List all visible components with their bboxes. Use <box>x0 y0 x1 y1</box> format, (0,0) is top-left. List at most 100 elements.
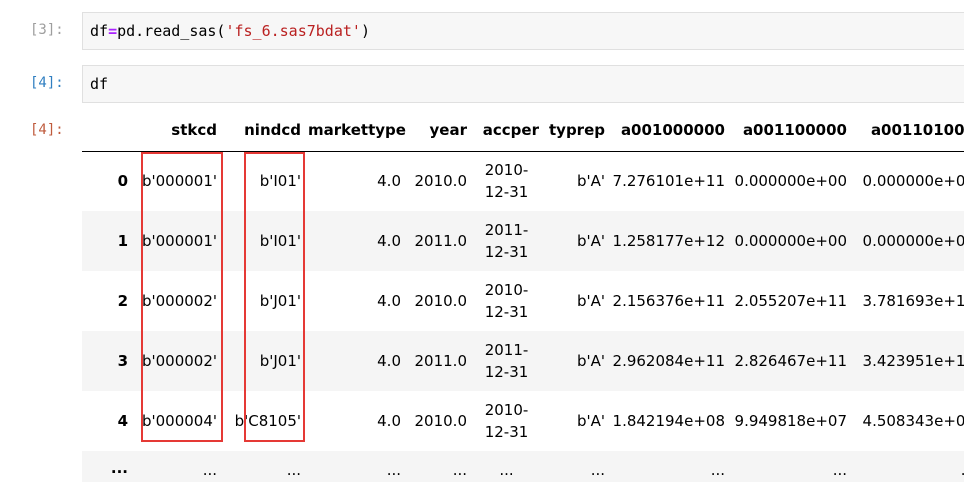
row-index: 2 <box>117 292 128 310</box>
ellipsis-cell: ... <box>202 461 217 479</box>
header-accper: accper <box>474 110 546 152</box>
table-row: 1 b'000001' b'I01' 4.0 2011.0 2011- 12-31 b'A' 1… <box>82 211 964 271</box>
code-token: 'fs_6.sas7bdat' <box>225 22 361 40</box>
cell-accper-line2: 12-31 <box>484 303 529 321</box>
cell-4-prompt: [4]: <box>30 75 64 91</box>
header-stkcd: stkcd <box>136 110 224 152</box>
ellipsis-cell: ... <box>590 461 605 479</box>
cell-accper: 2011- 12-31 <box>474 331 546 391</box>
cell-a001100000: 2.055207e+11 <box>734 292 847 310</box>
ellipsis-cell: ... <box>499 461 514 479</box>
cell-4-input[interactable]: df <box>82 65 964 103</box>
row-index: 0 <box>117 172 128 191</box>
cell-a001000000: 2.156376e+11 <box>612 292 725 310</box>
cell-stkcd: b'000004' <box>141 412 217 430</box>
table-row: 0 b'000001' b'I01' 4.0 2010.0 2010- 12-31 b'A' 7… <box>82 151 964 211</box>
cell-stkcd: b'000001' <box>141 172 217 191</box>
header-year: year <box>408 110 474 152</box>
cell-accper: 2010- 12-31 <box>474 151 546 211</box>
table-row: 2 b'000002' b'J01' 4.0 2010.0 2010- 12-31 b'A' 2… <box>82 271 964 331</box>
cell-a001000000: 2.962084e+11 <box>612 352 725 370</box>
dataframe-table: stkcd nindcd markettype year accper typr… <box>82 110 964 482</box>
cell-typrep: b'A' <box>576 172 605 191</box>
row-index: 1 <box>117 232 128 250</box>
ellipsis-cell: ... <box>832 461 847 479</box>
header-markettype: markettype <box>308 110 408 152</box>
ellipsis-row: .............................. <box>82 451 964 482</box>
cell-accper-line1: 2010- <box>484 281 529 299</box>
cell-year: 2010.0 <box>414 292 468 310</box>
cell-year: 2010.0 <box>414 172 468 191</box>
header-index <box>82 110 136 152</box>
cell-a001100000: 0.000000e+00 <box>734 172 847 191</box>
cell-year: 2011.0 <box>414 352 468 370</box>
cell-markettype: 4.0 <box>377 352 401 370</box>
cell-3-input[interactable]: df = pd.read_sas('fs_6.sas7bdat') <box>82 12 964 50</box>
cell-a001101000: 3.781693e+10 <box>862 292 964 310</box>
header-typrep: typrep <box>546 110 612 152</box>
cell-markettype: 4.0 <box>377 292 401 310</box>
cell-markettype: 4.0 <box>377 232 401 250</box>
cell-accper: 2010- 12-31 <box>474 391 546 451</box>
cell-accper-line1: 2010- <box>484 161 529 180</box>
header-a001100000: a001100000 <box>732 110 854 152</box>
cell-a001101000: 3.423951e+10 <box>862 352 964 370</box>
cell-accper-line1: 2011- <box>484 221 529 239</box>
cell-3-prompt: [3]: <box>30 22 64 38</box>
cell-a001101000: 4.508343e+07 <box>862 412 964 430</box>
cell-a001101000: 0.000000e+00 <box>862 172 964 191</box>
code-token: df <box>90 22 109 40</box>
cell-4-output-prompt: [4]: <box>30 122 64 138</box>
table-row: 3 b'000002' b'J01' 4.0 2011.0 2011- 12-31 b'A' 2… <box>82 331 964 391</box>
cell-a001100000: 2.826467e+11 <box>734 352 847 370</box>
row-index: 3 <box>117 352 128 370</box>
cell-stkcd: b'000002' <box>141 352 217 370</box>
cell-a001000000: 1.258177e+12 <box>612 232 725 250</box>
code-token: = <box>108 22 118 40</box>
ellipsis-cell: ... <box>710 461 725 479</box>
ellipsis-index: ... <box>110 459 128 477</box>
cell-typrep: b'A' <box>576 232 605 250</box>
cell-year: 2011.0 <box>414 232 468 250</box>
cell-year: 2010.0 <box>414 412 468 430</box>
cell-a001100000: 0.000000e+00 <box>734 232 847 250</box>
cell-typrep: b'A' <box>576 292 605 310</box>
ellipsis-cell: ... <box>286 461 301 479</box>
cell-accper-line1: 2010- <box>484 401 529 419</box>
cell-typrep: b'A' <box>576 352 605 370</box>
cell-nindcd: b'J01' <box>259 352 301 370</box>
table-row: 4 b'000004' b'C8105' 4.0 2010.0 2010- 12-31 b'A… <box>82 391 964 451</box>
cell-typrep: b'A' <box>576 412 605 430</box>
dataframe-output: stkcd nindcd markettype year accper typr… <box>82 110 964 482</box>
cell-accper-line2: 12-31 <box>484 363 529 381</box>
notebook-page: [3]: df = pd.read_sas('fs_6.sas7bdat') [4]… <box>0 0 964 482</box>
cell-a001000000: 7.276101e+11 <box>612 172 725 191</box>
cell-accper-line2: 12-31 <box>484 243 529 261</box>
cell-nindcd: b'C8105' <box>234 412 301 430</box>
code-token: df <box>90 75 109 93</box>
header-a001000000: a001000000 <box>612 110 732 152</box>
row-index: 4 <box>117 412 128 430</box>
cell-nindcd: b'J01' <box>259 292 301 310</box>
header-row: stkcd nindcd markettype year accper typr… <box>82 110 964 152</box>
cell-nindcd: b'I01' <box>259 172 301 191</box>
cell-stkcd: b'000002' <box>141 292 217 310</box>
cell-markettype: 4.0 <box>377 412 401 430</box>
cell-accper-line1: 2011- <box>484 341 529 359</box>
cell-accper: 2011- 12-31 <box>474 211 546 271</box>
code-token: ) <box>360 22 370 40</box>
ellipsis-cell: ... <box>854 451 964 482</box>
header-nindcd: nindcd <box>224 110 308 152</box>
cell-markettype: 4.0 <box>377 172 401 191</box>
ellipsis-cell: ... <box>386 461 401 479</box>
cell-accper-line2: 12-31 <box>484 423 529 441</box>
header-a001101000: a001101000 <box>854 110 964 152</box>
cell-accper: 2010- 12-31 <box>474 271 546 331</box>
ellipsis-cell: ... <box>452 461 467 479</box>
cell-accper-line2: 12-31 <box>484 183 529 202</box>
cell-a001101000: 0.000000e+00 <box>862 232 964 250</box>
cell-stkcd: b'000001' <box>141 232 217 250</box>
cell-a001100000: 9.949818e+07 <box>734 412 847 430</box>
cell-a001000000: 1.842194e+08 <box>612 412 725 430</box>
cell-nindcd: b'I01' <box>259 232 301 250</box>
